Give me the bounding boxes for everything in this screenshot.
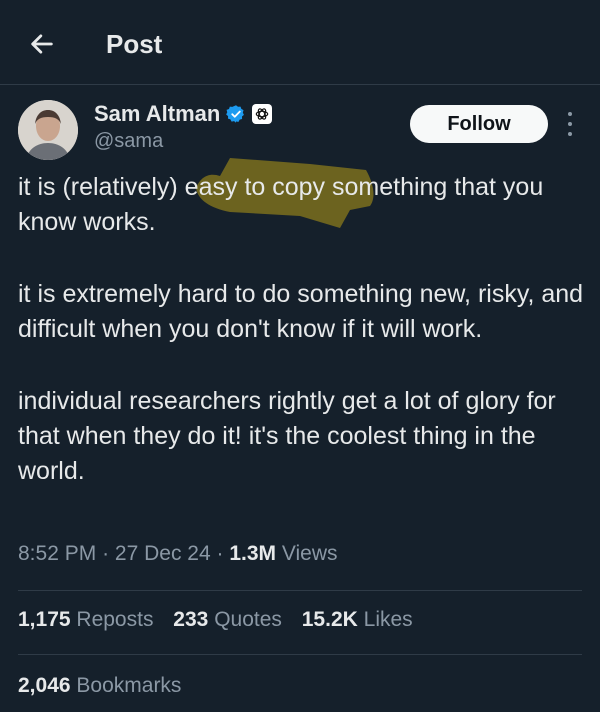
separator-dot: ·	[216, 542, 224, 565]
divider	[18, 590, 582, 591]
author-name-row: Sam Altman	[94, 100, 273, 128]
reposts-count: 1,175	[18, 608, 71, 631]
author-name[interactable]: Sam Altman	[94, 101, 220, 127]
arrow-left-icon	[31, 34, 53, 54]
bookmarks-count: 2,046	[18, 674, 71, 697]
avatar-image	[18, 100, 78, 160]
views-label: Views	[281, 542, 338, 565]
author-handle[interactable]: @sama	[94, 130, 163, 153]
engagement-stats: 1,175 Reposts 233 Quotes 15.2K Likes	[18, 608, 427, 632]
quotes-count: 233	[173, 608, 209, 631]
tweet-paragraph: it is extremely hard to do something new…	[18, 280, 584, 343]
bookmarks-label: Bookmarks	[76, 674, 182, 697]
back-button[interactable]	[22, 24, 62, 64]
top-bar: Post	[0, 0, 600, 85]
tweet-paragraph: it is (relatively) easy to copy somethin…	[18, 173, 544, 236]
quotes-label: Quotes	[214, 608, 282, 631]
separator-dot: ·	[102, 542, 110, 565]
likes-label: Likes	[363, 608, 413, 631]
page-title: Post	[106, 29, 163, 59]
views-count: 1.3M	[229, 542, 277, 565]
more-options-icon[interactable]	[562, 112, 578, 136]
post-time[interactable]: 8:52 PM	[18, 542, 96, 565]
post-meta: 8:52 PM · 27 Dec 24 · 1.3M Views	[18, 542, 338, 566]
follow-button[interactable]: Follow	[410, 105, 548, 143]
avatar[interactable]	[18, 100, 78, 160]
tweet-text: it is (relatively) easy to copy somethin…	[18, 170, 588, 526]
post-date[interactable]: 27 Dec 24	[115, 542, 211, 565]
openai-logo-icon[interactable]	[252, 104, 273, 124]
likes-stat[interactable]: 15.2K Likes	[302, 608, 413, 631]
divider	[18, 654, 582, 655]
bookmarks-stat[interactable]: 2,046 Bookmarks	[18, 674, 181, 698]
reposts-stat[interactable]: 1,175 Reposts	[18, 608, 153, 631]
verified-badge-icon[interactable]	[226, 104, 246, 124]
likes-count: 15.2K	[301, 608, 358, 631]
tweet-paragraph: individual researchers rightly get a lot…	[18, 387, 556, 485]
reposts-label: Reposts	[76, 608, 154, 631]
quotes-stat[interactable]: 233 Quotes	[173, 608, 282, 631]
